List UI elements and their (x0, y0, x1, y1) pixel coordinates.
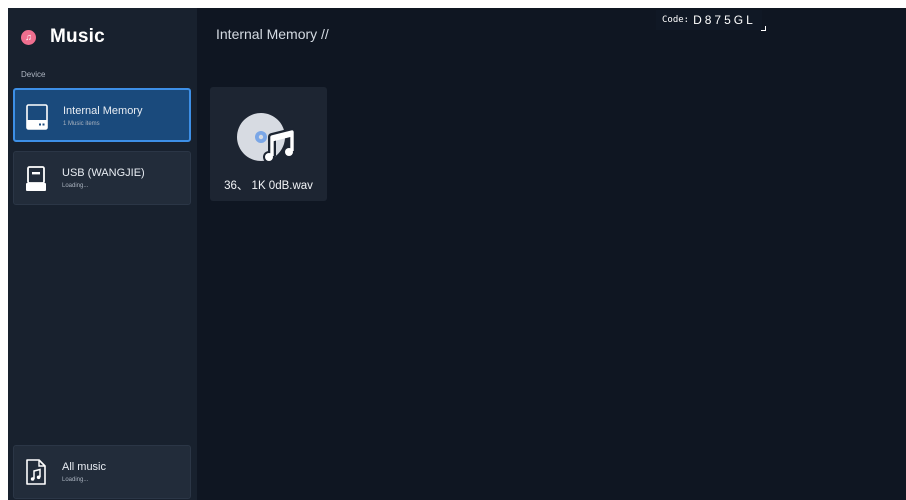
device-section-label: Device (21, 70, 46, 79)
breadcrumb: Internal Memory // (216, 26, 329, 42)
app-header: ♫ Music (21, 26, 105, 48)
code-badge: Code: D875GL (656, 10, 766, 31)
code-value: D875GL (693, 13, 756, 27)
device-name: Internal Memory (63, 105, 143, 117)
code-corner-mark (760, 26, 766, 31)
music-file-icon (26, 459, 46, 485)
device-item-usb-wangjie[interactable]: USB (WANGJIE) Loading... (13, 151, 191, 205)
device-status: 1 Music items (63, 121, 100, 127)
file-name: 36、 1K 0dB.wav (224, 180, 313, 192)
music-app-screen: ♫ Music Device Internal Memory 1 Music i… (8, 8, 906, 500)
device-status: Loading... (62, 183, 89, 189)
app-title: Music (50, 26, 105, 47)
file-tile[interactable]: 36、 1K 0dB.wav (210, 87, 327, 201)
music-note-icon: ♫ (21, 29, 36, 45)
device-item-internal-memory[interactable]: Internal Memory 1 Music items (13, 88, 191, 142)
code-label: Code: (662, 15, 690, 25)
all-music-label: All music (62, 461, 107, 473)
device-name: USB (WANGJIE) (62, 167, 145, 179)
internal-storage-icon (26, 104, 48, 130)
music-disc-icon (237, 113, 296, 163)
all-music-status: Loading... (62, 477, 89, 483)
sidebar: ♫ Music Device Internal Memory 1 Music i… (8, 8, 197, 500)
all-music-item[interactable]: All music Loading... (13, 445, 191, 499)
usb-drive-icon (26, 166, 46, 191)
